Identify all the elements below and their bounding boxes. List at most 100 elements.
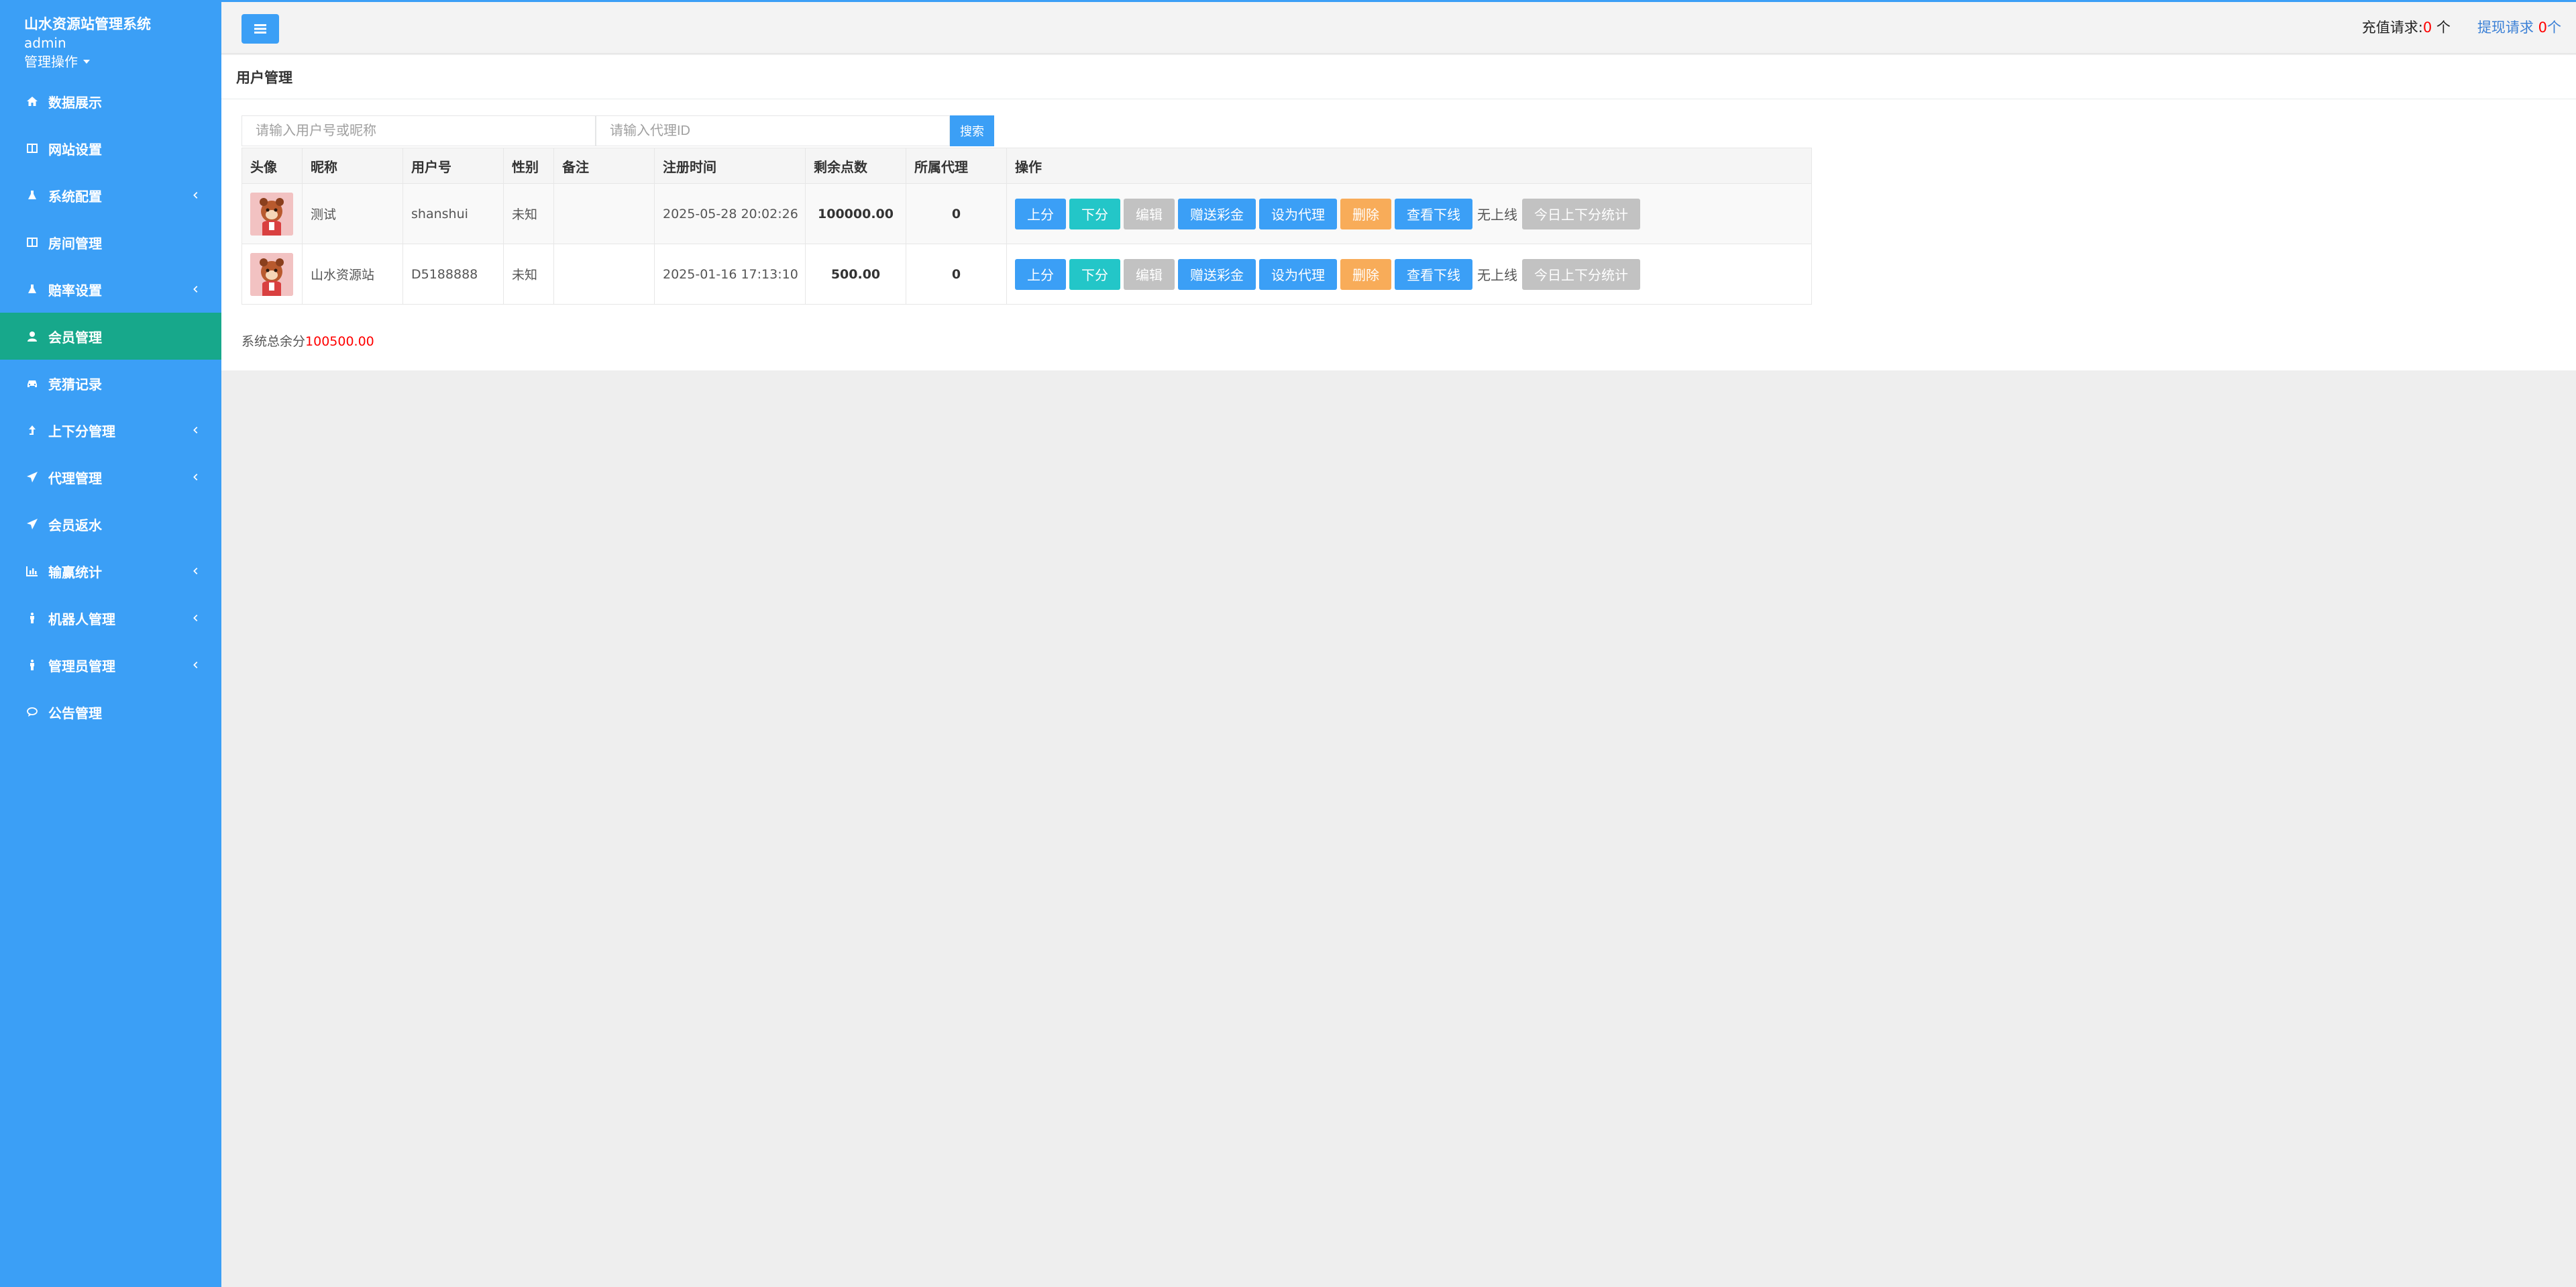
app-title: 山水资源站管理系统 [24,16,151,32]
sidebar-nav: 数据展示 网站设置系统配置房间管理赔率设置会员管理竞猜记录 上下分管理代理管理会员返… [0,78,221,735]
level-up-icon [24,422,40,438]
sidebar-item-7[interactable]: 竞猜记录 [0,360,221,407]
person-icon [24,610,40,626]
user-table: 头像 昵称 用户号 性别 备注 注册时间 剩余点数 所属代理 操作 测试 shanshui 未知 20… [241,148,1812,305]
agent-id-search-input[interactable] [596,115,950,146]
gift-bonus-button[interactable]: 赠送彩金 [1178,258,1256,290]
sidebar-item-2[interactable]: 网站设置 [0,125,221,172]
row-actions: 上分 下分 编辑 赠送彩金 设为代理 删除 查看下线 无上线 今日上下分统计 [1015,198,1811,229]
column-header: 剩余点数 [805,148,906,184]
edit-button[interactable]: 编辑 [1124,258,1175,290]
sidebar-item-label: 代理管理 [48,470,102,486]
paper-plane-icon [24,516,40,532]
car-icon [24,375,40,391]
top-bar: 充值请求:0 个 提现请求 0个 [221,0,2576,54]
today-stats-button[interactable]: 今日上下分统计 [1522,258,1640,290]
set-agent-button[interactable]: 设为代理 [1259,258,1337,290]
sidebar-item-6[interactable]: 会员管理 [0,313,221,360]
columns-icon [24,140,40,156]
view-downline-button[interactable]: 查看下线 [1395,258,1472,290]
total-balance-value: 100500.00 [305,334,374,349]
agent-cell: 0 [906,244,1007,305]
chevron-left-icon [191,284,201,295]
sidebar-item-14[interactable]: 公告管理 [0,688,221,735]
points-cell: 500.00 [805,244,906,305]
table-row: 山水资源站 D5188888 未知 2025-01-16 17:13:10 500.00… [241,244,1812,305]
panel-title: 用户管理 [221,55,2576,99]
add-points-button[interactable]: 上分 [1015,258,1066,290]
user-search-input[interactable] [241,115,596,146]
admin-username: admin [24,35,66,51]
actions-cell: 上分 下分 编辑 赠送彩金 设为代理 删除 查看下线 无上线 今日上下分统计 [1006,244,1812,305]
sidebar-item-11[interactable]: 输赢统计 [0,548,221,595]
withdraw-requests-link[interactable]: 提现请求 0个 [2477,17,2561,37]
sidebar-item-9[interactable]: 代理管理 [0,454,221,501]
caret-down-icon [83,60,90,64]
row-actions: 上分 下分 编辑 赠送彩金 设为代理 删除 查看下线 无上线 今日上下分统计 [1015,258,1811,290]
chevron-left-icon [191,190,201,201]
sidebar-item-label: 管理员管理 [48,658,115,674]
sidebar-item-1[interactable]: 数据展示 [0,78,221,125]
sidebar: 山水资源站管理系统 admin 管理操作 数据展示 网站设置系统配置房间管理赔率设… [0,0,221,1287]
sidebar-item-label: 房间管理 [48,235,102,252]
view-downline-button[interactable]: 查看下线 [1395,198,1472,229]
gift-bonus-button[interactable]: 赠送彩金 [1178,198,1256,229]
actions-cell: 上分 下分 编辑 赠送彩金 设为代理 删除 查看下线 无上线 今日上下分统计 [1006,183,1812,244]
sidebar-item-label: 输赢统计 [48,564,102,580]
sidebar-item-10[interactable]: 会员返水 [0,501,221,548]
column-header: 昵称 [302,148,403,184]
points-cell: 100000.00 [805,183,906,244]
total-balance-label: 系统总余分 [241,334,306,349]
delete-button[interactable]: 删除 [1340,198,1391,229]
user-management-panel: 用户管理 搜索 头像昵称用户号性别备注注册时间剩余点数所属代理操作 测试shan… [221,55,2576,370]
column-header: 操作 [1006,148,1812,184]
sidebar-item-12[interactable]: 机器人管理 [0,595,221,641]
avatar [250,252,293,296]
deduct-points-button[interactable]: 下分 [1069,258,1120,290]
edit-button[interactable]: 编辑 [1124,198,1175,229]
sidebar-item-3[interactable]: 系统配置 [0,172,221,219]
sidebar-item-label: 系统配置 [48,188,102,205]
table-body: 测试 shanshui 未知 2025-05-28 20:02:26 100000.00… [241,183,1812,305]
avatar-cell [241,244,303,305]
deduct-points-button[interactable]: 下分 [1069,198,1120,229]
superior-status: 无上线 [1477,267,1517,283]
set-agent-button[interactable]: 设为代理 [1259,198,1337,229]
delete-button[interactable]: 删除 [1340,258,1391,290]
search-button[interactable]: 搜索 [950,115,994,146]
sidebar-item-label: 会员管理 [48,329,102,346]
sidebar-item-label: 赔率设置 [48,282,102,299]
sidebar-item-4[interactable]: 房间管理 [0,219,221,266]
sidebar-item-8[interactable]: 上下分管理 [0,407,221,454]
note-cell [553,244,655,305]
register-time-cell: 2025-05-28 20:02:26 [654,183,806,244]
sidebar-item-13[interactable]: 管理员管理 [0,641,221,688]
avatar-cell [241,183,303,244]
search-bar: 搜索 [241,115,994,146]
add-points-button[interactable]: 上分 [1015,198,1066,229]
sidebar-item-label: 会员返水 [48,517,102,533]
chevron-left-icon [191,472,201,482]
flask-icon [24,187,40,203]
register-time-cell: 2025-01-16 17:13:10 [654,244,806,305]
withdraw-unit: 个 [2547,19,2561,36]
chevron-left-icon [191,425,201,435]
admin-ops-label: 管理操作 [24,54,78,70]
admin-ops-dropdown[interactable]: 管理操作 [24,52,197,71]
flask-icon [24,281,40,297]
withdraw-label: 提现请求 [2477,19,2534,36]
menu-toggle-button[interactable] [241,14,279,44]
sidebar-brand: 山水资源站管理系统 admin 管理操作 [0,0,221,78]
recharge-label: 充值请求: [2361,19,2423,36]
column-header: 用户号 [402,148,504,184]
chevron-left-icon [191,613,201,623]
gender-cell: 未知 [503,183,554,244]
recharge-requests-link[interactable]: 充值请求:0 个 [2362,17,2451,37]
recharge-count: 0 [2422,19,2432,36]
bar-chart-icon [24,563,40,579]
comment-icon [24,704,40,720]
today-stats-button[interactable]: 今日上下分统计 [1522,198,1640,229]
sidebar-item-5[interactable]: 赔率设置 [0,266,221,313]
agent-cell: 0 [906,183,1007,244]
column-header: 头像 [241,148,303,184]
